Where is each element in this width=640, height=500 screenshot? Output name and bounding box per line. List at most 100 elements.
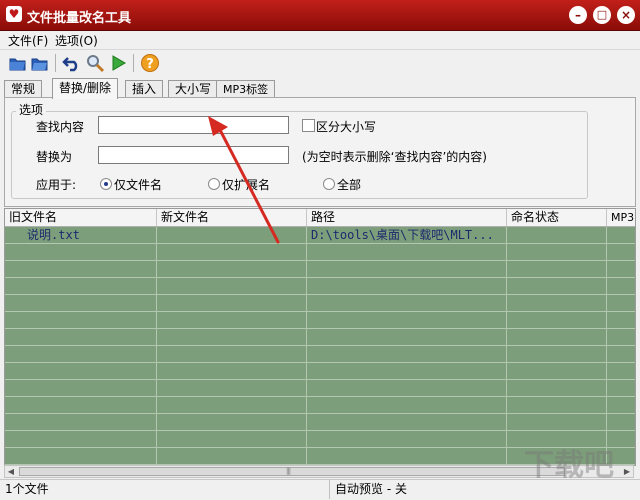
tab-mp3-tags[interactable]: MP3标签 [216,80,276,98]
table-cell [607,448,635,464]
table-cell [157,397,307,413]
table-cell [157,227,307,243]
table-row[interactable] [5,312,635,329]
table-cell [5,278,157,294]
case-sensitive-checkbox[interactable] [302,119,315,132]
table-cell: 说明.txt [5,227,157,243]
column-path[interactable]: 路径 [307,209,507,226]
run-icon[interactable] [108,53,128,73]
table-cell [307,346,507,362]
table-cell [5,329,157,345]
table-cell [607,346,635,362]
table-cell [507,414,607,430]
table-cell [607,414,635,430]
title-bar: ♥ 文件批量改名工具 – □ × [0,0,640,31]
table-cell [5,431,157,447]
table-cell [5,380,157,396]
table-cell [157,346,307,362]
table-cell [157,244,307,260]
column-mp3[interactable]: MP3 [607,209,635,226]
save-folder-icon[interactable] [30,53,50,73]
table-cell [157,448,307,464]
table-row[interactable] [5,363,635,380]
table-cell [5,312,157,328]
table-cell [307,261,507,277]
table-cell [5,397,157,413]
table-cell [507,448,607,464]
table-row[interactable] [5,346,635,363]
column-new-name[interactable]: 新文件名 [157,209,307,226]
table-cell [5,295,157,311]
table-cell [157,431,307,447]
table-cell [307,329,507,345]
table-row[interactable] [5,414,635,431]
table-cell [607,278,635,294]
toolbar-separator [55,54,56,72]
table-cell [607,227,635,243]
scroll-left-icon[interactable]: ◀ [5,466,17,477]
undo-icon[interactable] [62,53,82,73]
table-cell [5,363,157,379]
table-row[interactable] [5,278,635,295]
scroll-grip-icon: ||| [286,467,291,475]
horizontal-scrollbar[interactable]: ◀ ||| ▶ [4,465,634,478]
table-cell [5,414,157,430]
table-cell [307,397,507,413]
table-cell [607,244,635,260]
tab-general[interactable]: 常规 [4,80,43,98]
table-cell [607,295,635,311]
table-cell [157,363,307,379]
apply-extension-label: 仅扩展名 [222,178,271,192]
apply-filename-label: 仅文件名 [114,178,163,192]
tab-insert[interactable]: 插入 [125,80,164,98]
scroll-thumb[interactable]: ||| [19,467,565,476]
table-cell [307,380,507,396]
table-row[interactable]: 说明.txt D:\tools\桌面\下载吧\MLT... [5,227,635,244]
table-cell [5,261,157,277]
help-icon[interactable]: ? [140,53,160,73]
table-row[interactable] [5,295,635,312]
replace-label: 替换为 [36,150,73,164]
menu-file[interactable]: 文件(F) [8,32,48,49]
table-row[interactable] [5,329,635,346]
table-cell [157,329,307,345]
table-cell [507,363,607,379]
menu-options[interactable]: 选项(O) [55,32,98,49]
minimize-button[interactable]: – [569,6,587,24]
tab-case[interactable]: 大小写 [168,80,219,98]
app-heart-icon: ♥ [6,6,22,22]
table-cell [307,431,507,447]
close-button[interactable]: × [617,6,635,24]
table-row[interactable] [5,397,635,414]
table-cell [307,295,507,311]
apply-all-radio[interactable] [323,178,335,190]
maximize-button[interactable]: □ [593,6,611,24]
search-icon[interactable] [85,53,105,73]
table-cell [507,431,607,447]
file-list[interactable]: 旧文件名 新文件名 路径 命名状态 MP3 说明.txt D:\tools\桌面\… [4,208,636,466]
column-status[interactable]: 命名状态 [507,209,607,226]
open-folder-icon[interactable] [8,53,28,73]
column-old-name[interactable]: 旧文件名 [5,209,157,226]
apply-filename-radio[interactable] [100,178,112,190]
scroll-right-icon[interactable]: ▶ [621,466,633,477]
table-cell: D:\tools\桌面\下载吧\MLT... [307,227,507,243]
tab-replace-delete[interactable]: 替换/删除 [52,78,119,99]
table-row[interactable] [5,380,635,397]
table-cell [157,278,307,294]
table-row[interactable] [5,448,635,465]
table-cell [5,346,157,362]
table-cell [307,278,507,294]
table-cell [157,312,307,328]
table-cell [507,346,607,362]
replace-input[interactable] [98,146,289,164]
apply-extension-radio[interactable] [208,178,220,190]
table-cell [507,295,607,311]
table-cell [507,380,607,396]
table-row[interactable] [5,244,635,261]
svg-text:?: ? [146,57,154,72]
table-cell [507,329,607,345]
find-input[interactable] [98,116,289,134]
table-row[interactable] [5,261,635,278]
table-row[interactable] [5,431,635,448]
